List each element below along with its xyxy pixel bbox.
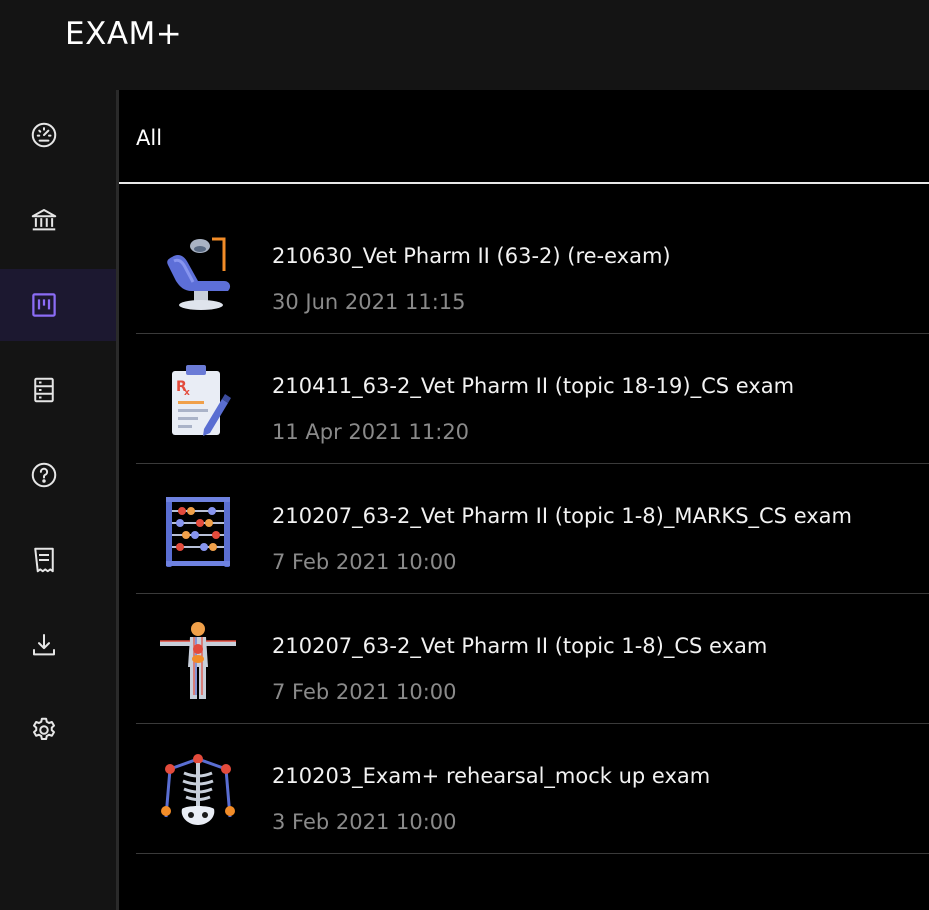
nav-list[interactable] [0,354,116,426]
nav-help[interactable] [0,439,116,511]
nav-bank[interactable] [0,184,116,256]
main-content: All 210630_Vet Pharm II (63-2) (re-exam)… [119,90,929,910]
exam-title: 210207_63-2_Vet Pharm II (topic 1-8)_CS … [272,634,768,658]
human-anatomy-icon [156,619,240,703]
exam-list-item[interactable]: 210207_63-2_Vet Pharm II (topic 1-8)_MAR… [136,464,929,594]
exam-title: 210411_63-2_Vet Pharm II (topic 18-19)_C… [272,374,795,398]
prescription-clipboard-icon: R x [156,359,240,443]
bank-icon [31,209,57,231]
top-bar: EXAM+ [0,0,929,90]
nav-settings[interactable] [0,694,116,766]
filter-underline [119,182,929,184]
exam-title: 210207_63-2_Vet Pharm II (topic 1-8)_MAR… [272,504,852,528]
nav-dashboard[interactable] [0,99,116,171]
exam-list-item[interactable]: 210203_Exam+ rehearsal_mock up exam 3 Fe… [136,724,929,854]
app-title: EXAM+ [65,16,183,52]
sidebar [0,90,116,910]
nav-download[interactable] [0,609,116,681]
exam-title: 210630_Vet Pharm II (63-2) (re-exam) [272,244,671,268]
exam-title: 210203_Exam+ rehearsal_mock up exam [272,764,711,788]
nav-document[interactable] [0,524,116,596]
exam-date: 11 Apr 2021 11:20 [272,420,470,444]
exam-list-item[interactable]: 210630_Vet Pharm II (63-2) (re-exam) 30 … [136,204,929,334]
board-icon [32,293,56,317]
exam-date: 30 Jun 2021 11:15 [272,290,466,314]
document-icon [34,547,54,573]
exam-list-item[interactable]: 210207_63-2_Vet Pharm II (topic 1-8)_CS … [136,594,929,724]
exam-date: 7 Feb 2021 10:00 [272,680,457,704]
exam-date: 3 Feb 2021 10:00 [272,810,457,834]
svg-text:x: x [184,388,190,398]
dashboard-gauge-icon [31,122,57,148]
help-circle-icon [31,462,57,488]
exam-date: 7 Feb 2021 10:00 [272,550,457,574]
download-icon [33,634,55,656]
exam-list-item[interactable]: R x 210411_63-2_Vet Pharm II (topic 18-1… [136,334,929,464]
skeleton-icon [156,749,240,833]
abacus-icon [156,489,240,573]
dental-chair-icon [156,229,240,313]
list-server-icon [34,377,54,403]
nav-board[interactable] [0,269,116,341]
settings-gear-icon [33,717,55,740]
filter-tab-all[interactable]: All [136,126,162,150]
